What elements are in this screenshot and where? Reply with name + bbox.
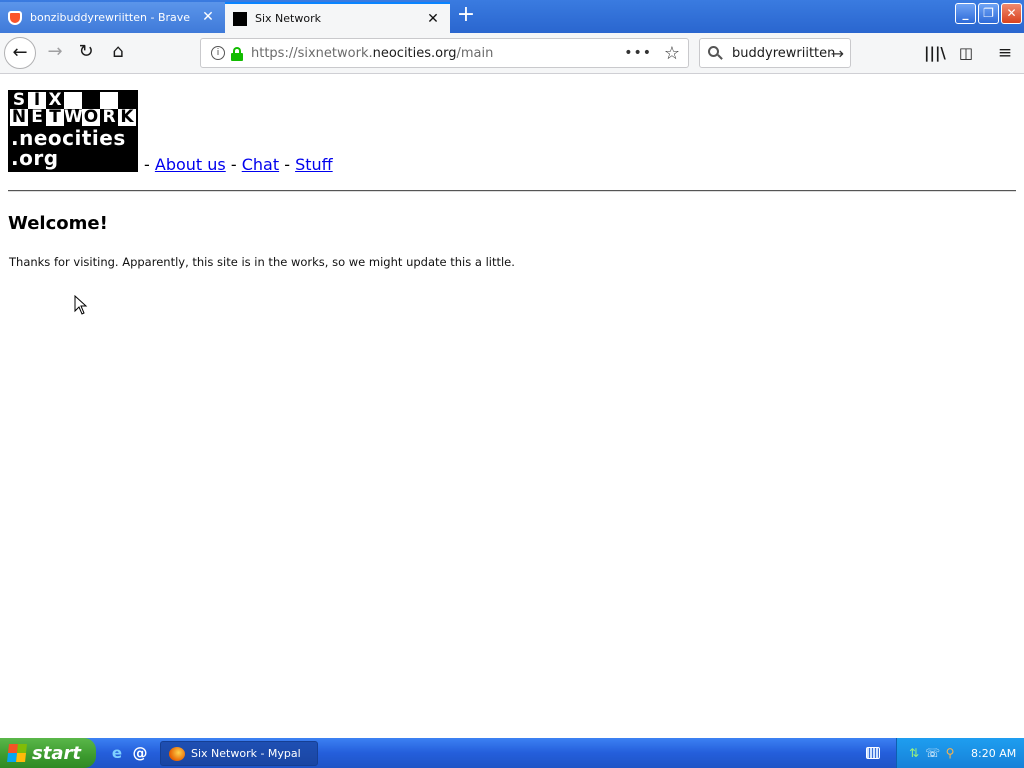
library-icon[interactable]: |||\	[924, 43, 946, 63]
system-tray: ⇅ ☏ ⚲ 8:20 AM	[896, 738, 1024, 768]
nav-link-chat[interactable]: Chat	[242, 155, 279, 174]
nav-link-stuff[interactable]: Stuff	[295, 155, 333, 174]
tab-title: bonzibuddyrewriitten - Brave Sear	[30, 11, 190, 24]
search-go-icon[interactable]: →	[831, 44, 844, 63]
tab-brave-search[interactable]: bonzibuddyrewriitten - Brave Sear ✕	[0, 2, 225, 33]
logo-letter-grid: S I X N E T W O R K	[10, 92, 136, 126]
info-icon[interactable]: i	[211, 46, 225, 60]
taskbar-item-label: Six Network - Mypal	[191, 747, 301, 760]
back-button[interactable]: ←	[4, 37, 36, 69]
clock[interactable]: 8:20 AM	[971, 747, 1016, 760]
nav-separator: -	[284, 155, 290, 174]
web-page: S I X N E T W O R K .neocities .org - Ab…	[0, 75, 1024, 738]
nav-separator: -	[144, 155, 150, 174]
network-icon[interactable]: ⇅	[907, 746, 921, 760]
new-tab-button[interactable]: +	[454, 4, 478, 28]
sidebar-toggle-icon[interactable]: ◫	[956, 43, 976, 63]
search-input[interactable]: buddyrewriitten	[732, 46, 835, 61]
reload-button[interactable]: ↻	[71, 38, 101, 68]
close-tab-icon[interactable]: ✕	[201, 9, 215, 25]
logo-letter: T	[46, 109, 64, 126]
horizontal-rule	[8, 190, 1016, 192]
intro-text: Thanks for visiting. Apparently, this si…	[9, 255, 515, 269]
six-network-favicon	[233, 11, 247, 26]
hamburger-menu-icon[interactable]: ≡	[995, 43, 1015, 63]
url-text[interactable]: https://sixnetwork.neocities.org/main	[251, 46, 493, 61]
forward-button[interactable]: →	[40, 38, 70, 68]
connection-icon[interactable]: ☏	[925, 746, 940, 760]
tab-strip: bonzibuddyrewriitten - Brave Sear ✕ Six …	[0, 0, 1024, 33]
taskbar: start e @ Six Network - Mypal ⇅ ☏ ⚲ 8:20…	[0, 738, 1024, 768]
logo-letter: K	[118, 109, 136, 126]
page-heading: Welcome!	[8, 213, 108, 234]
home-icon: ⌂	[112, 41, 124, 62]
nav-separator: -	[230, 155, 237, 174]
maximize-button[interactable]: ❐	[978, 3, 999, 24]
logo-letter: O	[82, 107, 100, 127]
mouse-cursor-icon	[74, 295, 88, 315]
back-arrow-icon: ←	[12, 42, 28, 63]
nav-toolbar: ← → ↻ ⌂ i https://sixnetwork.neocities.o…	[0, 33, 1024, 74]
start-label: start	[32, 742, 81, 764]
windows-logo-icon	[7, 744, 27, 762]
nav-link-about-us[interactable]: About us	[155, 155, 226, 174]
mypal-icon	[169, 746, 185, 761]
tab-title: Six Network	[255, 12, 321, 25]
logo-letter: W	[64, 107, 83, 127]
logo-line-org: .org	[11, 146, 59, 170]
keyboard-icon[interactable]	[866, 747, 880, 759]
quick-launch-browser-icon[interactable]: @	[131, 744, 149, 762]
lock-icon[interactable]	[231, 46, 243, 61]
site-header: S I X N E T W O R K .neocities .org - Ab…	[8, 90, 333, 174]
tab-six-network[interactable]: Six Network ✕	[225, 2, 450, 33]
page-actions-icon[interactable]: •••	[624, 45, 652, 61]
logo-letter: N	[10, 107, 28, 127]
internet-explorer-icon[interactable]: e	[108, 744, 126, 762]
site-logo: S I X N E T W O R K .neocities .org	[8, 90, 138, 172]
window-close-button[interactable]: ✕	[1001, 3, 1022, 24]
search-bar[interactable]: buddyrewriitten →	[699, 38, 851, 68]
site-nav: - About us - Chat - Stuff	[144, 155, 333, 174]
minimize-button[interactable]: _	[955, 3, 976, 24]
address-bar[interactable]: i https://sixnetwork.neocities.org/main …	[200, 38, 689, 68]
start-button[interactable]: start	[0, 738, 96, 768]
forward-arrow-icon: →	[47, 41, 63, 62]
logo-letter: E	[31, 107, 43, 127]
reload-icon: ↻	[78, 41, 94, 62]
logo-line-neocities: .neocities	[11, 126, 126, 150]
taskbar-item-mypal[interactable]: Six Network - Mypal	[160, 741, 318, 766]
home-button[interactable]: ⌂	[103, 38, 133, 68]
tray-search-icon[interactable]: ⚲	[943, 746, 957, 760]
logo-letter: R	[102, 107, 116, 127]
bookmark-star-icon[interactable]: ☆	[664, 43, 680, 64]
brave-icon	[8, 10, 22, 25]
search-icon	[708, 46, 723, 60]
close-tab-icon[interactable]: ✕	[426, 11, 440, 27]
